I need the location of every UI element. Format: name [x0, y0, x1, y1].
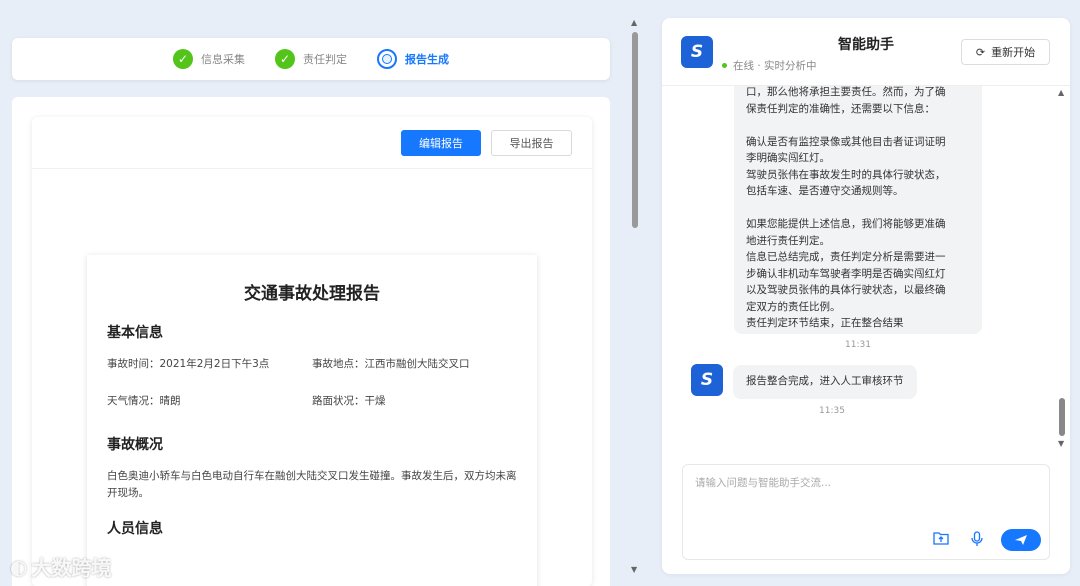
- online-status: 在线 · 实时分析中: [722, 58, 817, 73]
- step-report: 报告生成: [377, 49, 449, 69]
- accident-location: 事故地点：江西市融创大陆交叉口: [312, 358, 470, 370]
- report-title: 交通事故处理报告: [244, 284, 380, 304]
- message-line: 包括车速、是否遵守交通规则等。: [746, 185, 904, 197]
- message-line: 定双方的责任比例。: [746, 300, 841, 313]
- check-icon: ✓: [275, 49, 295, 69]
- message-time: 11:31: [845, 340, 871, 350]
- accident-time: 事故时间：2021年2月2日下午3点: [107, 358, 270, 370]
- assistant-message: 报告整合完成，进入人工审核环节: [733, 365, 917, 399]
- section-people: 人员信息: [107, 521, 163, 537]
- chat-input-box: [682, 464, 1050, 560]
- message-list: 口，那么他将承担主要责任。然而，为了确 保责任判定的准确性，还需要以下信息： 确…: [662, 86, 1058, 450]
- assistant-panel: S 智能助手 在线 · 实时分析中 ⟳ 重新开始 口，那么他将承担主要责任。然而…: [662, 18, 1070, 574]
- message-line: 驾驶员张伟在事故发生时的具体行驶状态，: [746, 168, 946, 181]
- report-panel: 编辑报告 导出报告 交通事故处理报告 基本信息 事故时间：2021年2月2日下午…: [12, 97, 610, 586]
- scroll-down-icon[interactable]: ▼: [631, 565, 637, 574]
- chat-scrollbar[interactable]: ▲ ▼: [1056, 86, 1068, 450]
- watermark: ◐ 大数跨境: [10, 552, 111, 581]
- in-progress-icon: [377, 49, 397, 69]
- message-line: 保责任判定的准确性，还需要以下信息：: [746, 102, 935, 115]
- step-info-collection: ✓ 信息采集: [173, 49, 245, 69]
- assistant-avatar: S: [691, 364, 723, 396]
- upload-file-icon[interactable]: [933, 531, 949, 549]
- section-basic-info: 基本信息: [107, 325, 163, 341]
- weather: 天气情况：晴朗: [107, 395, 181, 407]
- chat-header: S 智能助手 在线 · 实时分析中 ⟳ 重新开始: [662, 18, 1070, 86]
- message-line: [746, 117, 970, 134]
- progress-stepper: ✓ 信息采集 ✓ 责任判定 报告生成: [12, 38, 610, 80]
- message-line: 信息已总结完成，责任判定分析是需要进一: [746, 251, 946, 263]
- message-line: 步确认非机动车驾驶者李明是否确实闯红灯: [746, 267, 946, 280]
- message-line: 以及驾驶员张伟的具体行驶状态，以最终确: [746, 284, 946, 296]
- message-line: 责任判定环节结束，正在整合结果: [746, 317, 904, 329]
- road-condition: 路面状况：干燥: [312, 395, 386, 407]
- message-line: 如果您能提供上述信息，我们将能够更准确: [746, 218, 946, 230]
- message-line: [746, 200, 970, 217]
- chat-input[interactable]: [695, 475, 1035, 515]
- message-line: 口，那么他将承担主要责任。然而，为了确: [746, 86, 946, 98]
- send-button[interactable]: [1001, 529, 1041, 551]
- scrollbar-thumb[interactable]: [632, 32, 638, 228]
- watermark-logo-icon: ◐: [10, 554, 28, 579]
- scroll-up-icon[interactable]: ▲: [631, 18, 637, 27]
- edit-report-button[interactable]: 编辑报告: [401, 130, 481, 156]
- message-time: 11:35: [819, 406, 845, 416]
- assistant-message: 口，那么他将承担主要责任。然而，为了确 保责任判定的准确性，还需要以下信息： 确…: [734, 86, 982, 334]
- report-card: 编辑报告 导出报告 交通事故处理报告 基本信息 事故时间：2021年2月2日下午…: [32, 117, 592, 586]
- step-label: 责任判定: [303, 53, 347, 66]
- overview-text: 白色奥迪小轿车与白色电动自行车在融创大陆交叉口发生碰撞。事故发生后，双方均未离开…: [107, 470, 517, 499]
- message-line: 确认是否有监控录像或其他目击者证词证明: [746, 135, 946, 148]
- report-document: 交通事故处理报告 基本信息 事故时间：2021年2月2日下午3点 事故地点：江西…: [87, 255, 537, 586]
- online-dot-icon: [722, 63, 727, 68]
- report-scrollbar[interactable]: ▲ ▼: [629, 18, 641, 574]
- report-toolbar: 编辑报告 导出报告: [32, 117, 592, 169]
- restart-label: 重新开始: [991, 46, 1036, 59]
- scroll-down-icon[interactable]: ▼: [1058, 439, 1064, 448]
- check-icon: ✓: [173, 49, 193, 69]
- step-label: 信息采集: [201, 53, 245, 66]
- message-line: 地进行责任判定。: [746, 234, 830, 247]
- section-overview: 事故概况: [107, 437, 163, 453]
- message-line: 李明确实闯红灯。: [746, 152, 830, 164]
- step-liability: ✓ 责任判定: [275, 49, 347, 69]
- scrollbar-thumb[interactable]: [1059, 398, 1065, 436]
- scroll-up-icon[interactable]: ▲: [1058, 88, 1064, 97]
- restart-button[interactable]: ⟳ 重新开始: [961, 39, 1050, 65]
- refresh-icon: ⟳: [975, 45, 986, 59]
- microphone-icon[interactable]: [971, 531, 983, 551]
- watermark-text: 大数跨境: [31, 556, 112, 580]
- send-icon: [1015, 535, 1027, 545]
- step-label: 报告生成: [405, 53, 449, 66]
- status-text: 在线 · 实时分析中: [733, 60, 817, 72]
- export-report-button[interactable]: 导出报告: [491, 130, 572, 156]
